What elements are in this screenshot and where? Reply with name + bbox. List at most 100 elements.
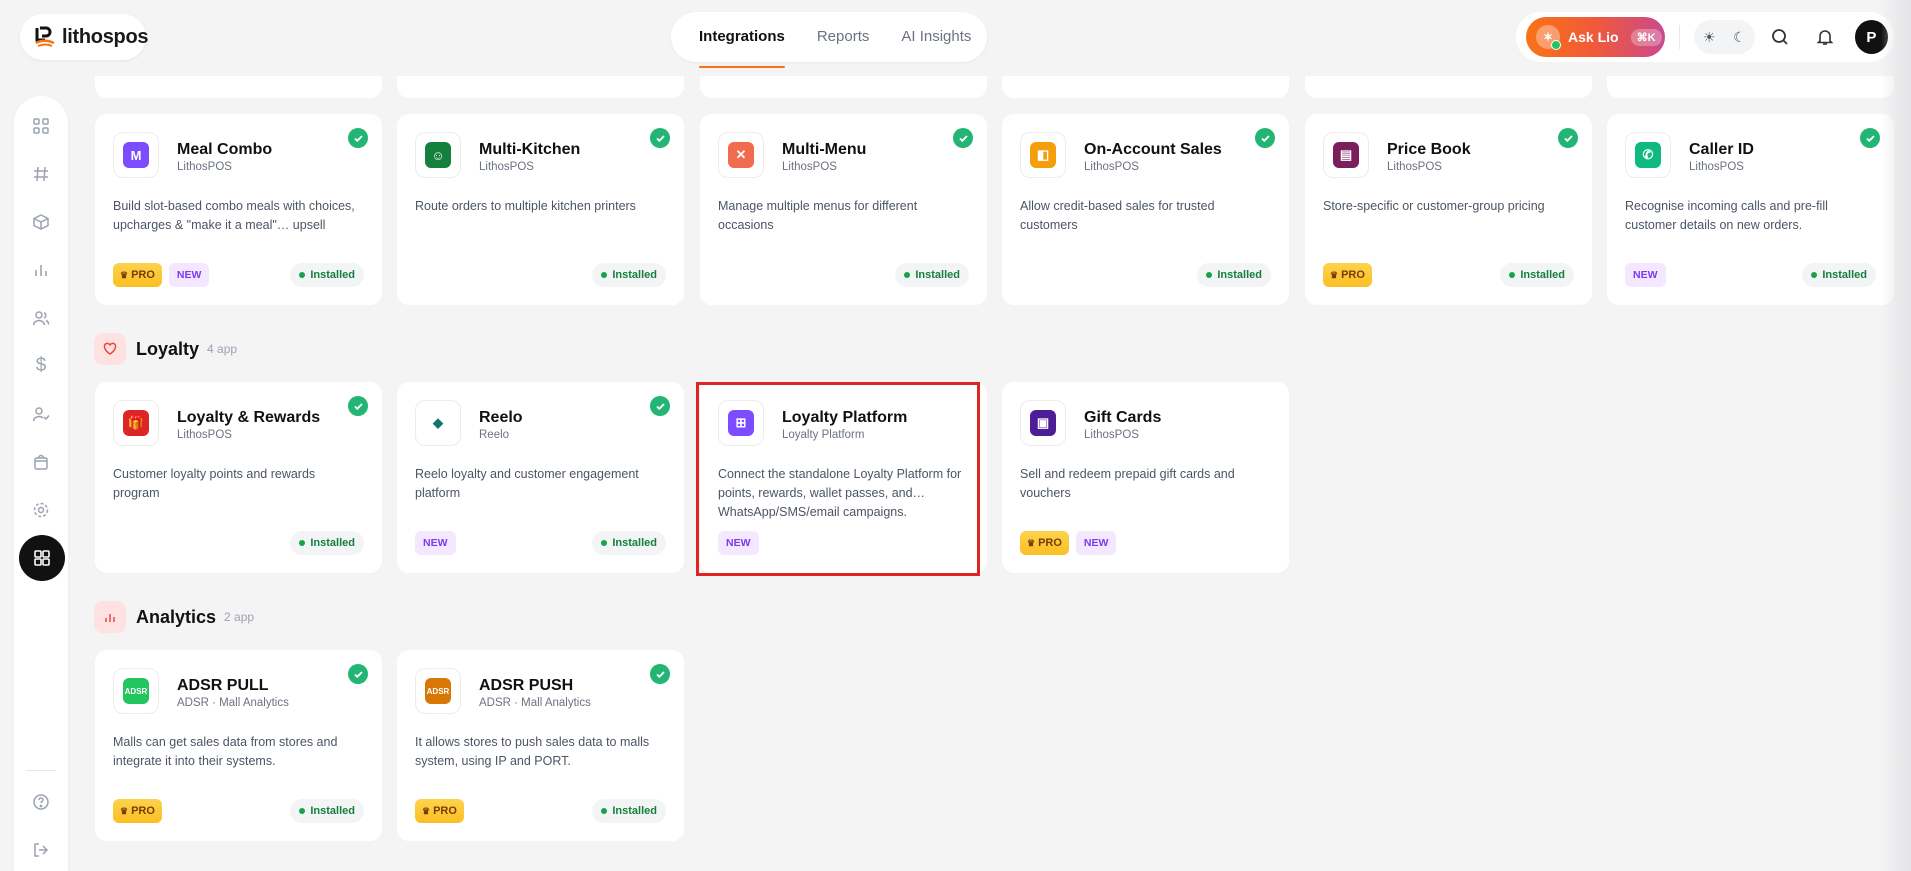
- app-card[interactable]: ☺ Multi-Kitchen LithosPOS Route orders to m…: [397, 114, 684, 305]
- app-card-partial: [95, 76, 382, 98]
- pro-label: PRO: [433, 805, 457, 817]
- pro-label: PRO: [131, 269, 155, 281]
- sidebar-item-customers[interactable]: [25, 302, 57, 334]
- sidebar-item-orders[interactable]: [25, 446, 57, 478]
- pro-badge: ♛ PRO: [1020, 531, 1069, 555]
- app-icon-frame: ⊞: [718, 400, 764, 446]
- app-vendor: LithosPOS: [1084, 429, 1139, 441]
- app-card[interactable]: 🎁 Loyalty & Rewards LithosPOS Customer loya…: [95, 382, 382, 573]
- crown-icon: ♛: [422, 805, 431, 816]
- pro-label: PRO: [1341, 269, 1365, 281]
- app-icon-frame: ▤: [1323, 132, 1369, 178]
- app-description: Recognise incoming calls and pre-fill cu…: [1625, 199, 1828, 232]
- sidebar-item-settings[interactable]: [25, 494, 57, 526]
- app-title: Loyalty & Rewards: [177, 409, 321, 426]
- moon-icon[interactable]: ☾: [1733, 29, 1746, 46]
- installed-check-icon: [1860, 128, 1880, 148]
- sidebar-item-dashboard[interactable]: [25, 110, 57, 142]
- bar-chart-icon: [94, 601, 126, 633]
- section-title: Analytics: [136, 606, 217, 627]
- sun-icon[interactable]: ☀: [1703, 29, 1716, 46]
- app-card[interactable]: ▤ Price Book LithosPOS Store-specific or cu…: [1305, 114, 1592, 305]
- bell-icon: [1816, 30, 1834, 45]
- sidebar-item-integrations[interactable]: [19, 535, 65, 581]
- app-card[interactable]: ✆ Caller ID LithosPOS Recognise incoming ca…: [1607, 114, 1894, 305]
- app-description: It allows stores to push sales data to m…: [415, 735, 650, 768]
- sidebar-item-products[interactable]: [25, 206, 57, 238]
- crown-icon: ♛: [120, 269, 129, 280]
- new-badge: NEW: [168, 263, 210, 287]
- app-vendor: LithosPOS: [177, 161, 232, 173]
- sidebar-item-tags[interactable]: [25, 158, 57, 190]
- app-description: Route orders to multiple kitchen printer…: [415, 199, 636, 213]
- sidebar-item-help[interactable]: [25, 786, 57, 818]
- installed-check-icon: [953, 128, 973, 148]
- app-description: Reelo loyalty and customer engagement pl…: [415, 467, 639, 500]
- bag-icon: [34, 454, 48, 470]
- app-title: Reelo: [479, 409, 523, 426]
- app-description: Manage multiple menus for different occa…: [718, 199, 918, 232]
- installed-badge: Installed: [290, 531, 364, 555]
- notifications-button[interactable]: [1806, 17, 1845, 57]
- sidebar-item-reports[interactable]: [25, 254, 57, 286]
- app-vendor: Reelo: [479, 429, 510, 441]
- apps-icon: [34, 550, 50, 566]
- section-count: 4 app: [207, 342, 238, 356]
- search-button[interactable]: [1761, 17, 1800, 57]
- app-description: Allow credit-based sales for trusted cus…: [1020, 199, 1215, 232]
- badge-group: NEW: [718, 531, 759, 555]
- app-title: ADSR PUSH: [479, 677, 574, 694]
- installed-badge: Installed: [1500, 263, 1574, 287]
- installed-badge: Installed: [592, 531, 666, 555]
- heart-icon: [94, 333, 126, 365]
- sidebar: $: [14, 96, 68, 871]
- app-card[interactable]: ✕ Multi-Menu LithosPOS Manage multiple menu…: [700, 114, 987, 305]
- app-icon-frame: ADSR: [113, 668, 159, 714]
- sidebar-item-finance[interactable]: $: [25, 350, 57, 382]
- app-title: Caller ID: [1689, 141, 1754, 158]
- installed-check-icon: [1255, 128, 1275, 148]
- installed-check-icon: [650, 396, 670, 416]
- logout-icon: [34, 843, 49, 857]
- app-card[interactable]: ◧ On-Account Sales LithosPOS Allow credit-b…: [1002, 114, 1289, 305]
- app-card[interactable]: M Meal Combo LithosPOS Build slot-based com…: [95, 114, 382, 305]
- app-card[interactable]: ADSR ADSR PUSH ADSR · Mall Analytics It all…: [397, 650, 684, 841]
- app-card[interactable]: ▣ Gift Cards LithosPOS Sell and redeem prep…: [1002, 382, 1289, 573]
- installed-badge: Installed: [290, 263, 364, 287]
- app-title: Price Book: [1387, 141, 1471, 158]
- app-icon-frame: ✆: [1625, 132, 1671, 178]
- sidebar-item-staff[interactable]: [25, 398, 57, 430]
- theme-toggle[interactable]: ☀ ☾: [1694, 20, 1755, 54]
- basket-icon: ◧: [1030, 142, 1056, 168]
- app-icon-frame: ◧: [1020, 132, 1066, 178]
- pro-badge: ♛ PRO: [113, 263, 162, 287]
- scroll-edge: [1881, 0, 1911, 871]
- installed-badge: Installed: [592, 263, 666, 287]
- app-title: Gift Cards: [1084, 409, 1162, 426]
- app-title: Meal Combo: [177, 141, 273, 158]
- pro-badge: ♛ PRO: [415, 799, 464, 823]
- app-card[interactable]: ADSR ADSR PULL ADSR · Mall Analytics Malls …: [95, 650, 382, 841]
- app-card[interactable]: ⊞ Loyalty Platform Loyalty Platform Connect…: [700, 382, 987, 573]
- sidebar-item-logout[interactable]: [25, 834, 57, 866]
- installed-check-icon: [650, 128, 670, 148]
- new-badge: NEW: [1625, 263, 1666, 287]
- shortcut-badge: ⌘K: [1630, 28, 1662, 46]
- app-vendor: Loyalty Platform: [782, 429, 865, 441]
- tab-integrations[interactable]: Integrations: [699, 12, 785, 68]
- phone-icon: ✆: [1635, 142, 1661, 168]
- new-badge: NEW: [1075, 531, 1117, 555]
- ask-lio-button[interactable]: ✶ Ask Lio ⌘K: [1526, 17, 1666, 57]
- installed-badge: Installed: [1802, 263, 1876, 287]
- app-vendor: LithosPOS: [1084, 161, 1139, 173]
- badge-group: ♛ PRO: [113, 799, 162, 823]
- tab-reports[interactable]: Reports: [817, 12, 870, 62]
- app-icon-frame: ADSR: [415, 668, 461, 714]
- brand-name: lithospos: [62, 25, 149, 48]
- app-card[interactable]: ◆ Reelo Reelo Reelo loyalty and customer en…: [397, 382, 684, 573]
- help-icon: [33, 794, 49, 810]
- pro-badge: ♛ PRO: [113, 799, 162, 823]
- tab-ai-insights[interactable]: AI Insights: [901, 12, 971, 62]
- badge-group: ♛ PRO: [415, 799, 464, 823]
- brand-logo[interactable]: lithospos: [20, 14, 149, 60]
